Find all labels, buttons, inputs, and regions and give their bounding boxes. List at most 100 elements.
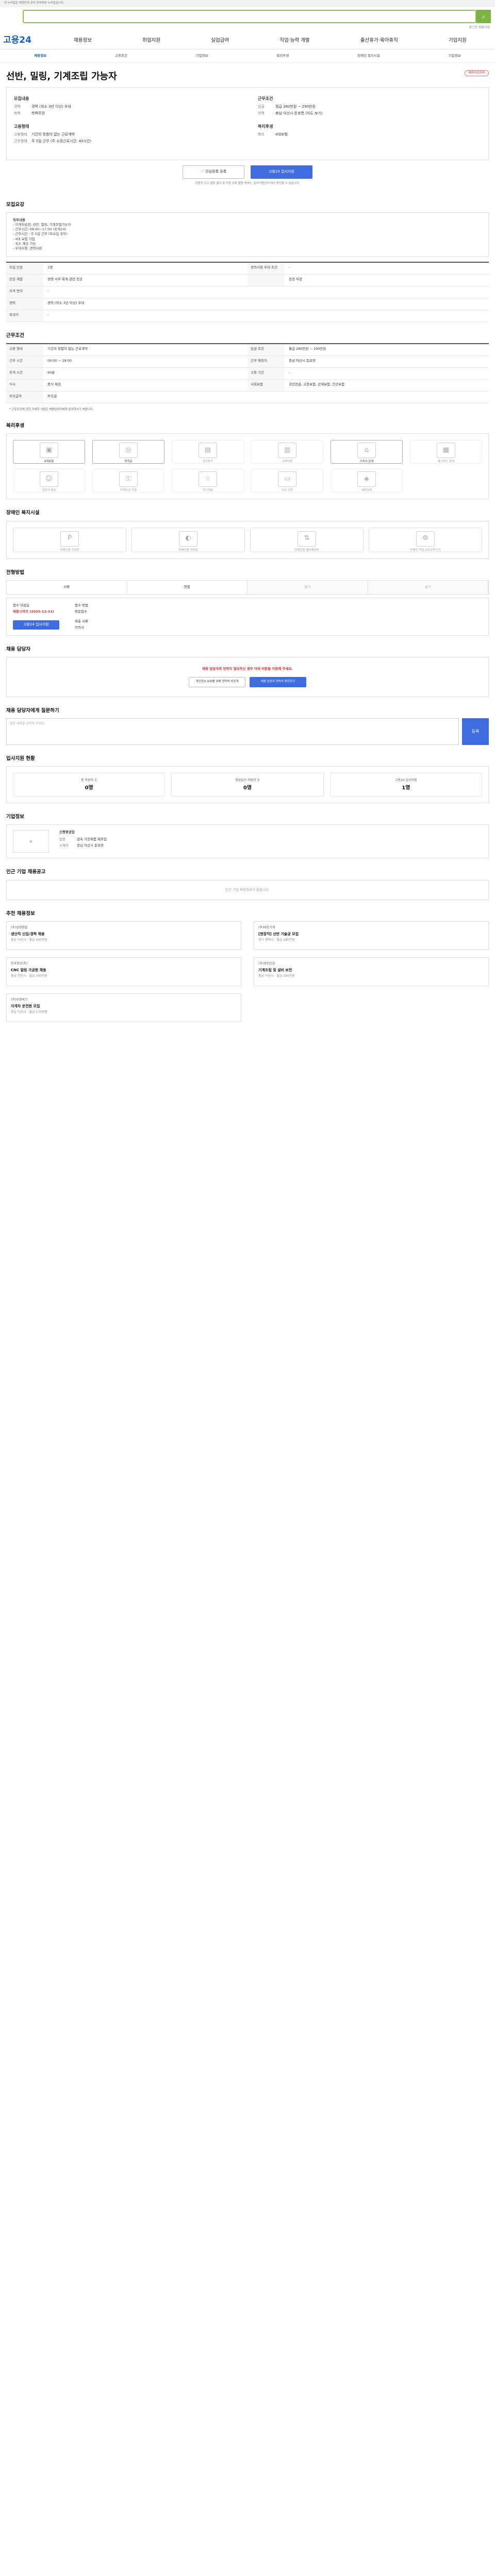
section-title: 채용 담당자에게 질문하기 <box>6 707 59 714</box>
reco-card[interactable]: (주)우림테크 지게차 운전원 모집 충남 아산시 · 월급 270만원 <box>6 993 241 1023</box>
company-box: ▣ 신평중공업 업종 금속 가공제품 제조업 소재지 충남 아산시 둔포면 <box>6 824 489 859</box>
table-row: 근무 시간 09:00 ~ 18:00 근무 예정지 충남 아산시 둔포면 <box>6 356 489 368</box>
subnav-item[interactable]: 기업정보 <box>449 54 461 58</box>
disable-item: ⇅ 장애인용 엘리베이터 <box>250 527 364 552</box>
welfare-item: ◎ 퇴직금 <box>92 440 164 464</box>
person-icon: ☺ <box>40 471 58 487</box>
summary-heading: 근무조건 <box>258 96 273 101</box>
kv-value: 기간의 정함이 없는 근로계약 <box>31 132 75 137</box>
bus-icon: ▦ <box>437 443 455 459</box>
step-item: 필기 <box>248 580 368 594</box>
kv-key: 고용형태 <box>14 132 27 137</box>
subnav-item[interactable]: 장애인 복지시설 <box>357 54 380 58</box>
gov-banner: 이 누리집은 대한민국 공식 전자정부 누리집입니다. <box>0 0 495 7</box>
interest-button[interactable]: ♡ 관심등록 등록 <box>183 165 244 179</box>
gnb-item[interactable]: 기업지원 <box>446 37 470 44</box>
disable-item: ⚙ 장애인 작업 보조공학기기 <box>369 527 482 552</box>
dday-badge: 채용마감까지 <box>464 70 489 77</box>
apply-button-2[interactable]: 고용24 입사지원 <box>13 620 59 630</box>
table-row: 자격 면허 - <box>6 286 489 298</box>
kv-value: 4대보험 <box>275 132 288 137</box>
question-submit-button[interactable]: 등록 <box>462 718 489 745</box>
subnav-item[interactable]: 채용정보 <box>34 54 46 58</box>
search-icon[interactable]: ⌕ <box>476 10 491 23</box>
deadline-box: 접수 마감일 채용시까지 (2025-12-31) 고용24 입사지원 접수 방… <box>6 597 489 636</box>
duty-box: 직무내용 - 지게차운전, 선반, 밀링, 기계조립가능자 - 근무시간: 08… <box>6 212 489 257</box>
gnb-item[interactable]: 채용정보 <box>71 37 95 44</box>
kv-key: 복리 <box>258 132 265 137</box>
subnav-item[interactable]: 고용조건 <box>115 54 127 58</box>
reco-card[interactable]: (주)성진산업 기계조립 및 설비 보전 충남 아산시 · 월급 290만원 <box>254 957 489 987</box>
gnb-item[interactable]: 직업·능력 개발 <box>276 37 312 44</box>
star-icon: ☆ <box>199 471 217 487</box>
calendar-icon: ▤ <box>199 443 217 459</box>
reco-card[interactable]: 한국정공(주) CNC 밀링 가공원 채용 충남 천안시 · 월급 300만원 <box>6 957 241 987</box>
site-logo[interactable]: 고용24 <box>3 35 48 47</box>
coin-icon: ◎ <box>119 443 138 459</box>
util-links[interactable]: 로그인 회원가입 <box>0 26 495 32</box>
disable-item: P 장애인용 주차장 <box>13 527 126 552</box>
contact-msg: 채용 담당자와 연락이 필요하신 경우 아래 버튼을 이용해 주세요. <box>202 667 293 671</box>
method-label: 접수 방법 <box>75 603 88 607</box>
key-icon: ⚿ <box>119 471 138 487</box>
duty-line: 직무내용 <box>13 218 25 223</box>
apply-button[interactable]: 고용24 입사지원 <box>251 165 312 179</box>
welfare-item: ☆ 자기계발 <box>172 469 244 493</box>
welfare-section: 복리후생 ▣ 4대보험 ◎ 퇴직금 ▤ 경조휴가 ▥ 교육지원 ⌂ 기숙사 운영 ▦ 통근버… <box>6 412 489 500</box>
global-nav: 고용24 채용정보 취업지원 실업급여 직업·능력 개발 출산휴가·육아휴직 기… <box>0 32 495 49</box>
nearby-empty: 인근 기업 채용정보가 없습니다. <box>6 879 489 900</box>
stats-section: 입사지원 현황 총 지원자 수 0명 취업알선 지원자 수 0명 고용24 입사지원… <box>6 745 489 804</box>
apply-note: 지원자 공고 열람 결과 및 지원 서류 열람 여부는 '입사지원관리'에서 확… <box>195 182 300 185</box>
kv-value: 충남 아산시 둔포면 <box>77 843 104 848</box>
search-input[interactable] <box>23 10 476 23</box>
method-value: 방문접수 <box>75 609 87 614</box>
reco-card[interactable]: (주)삼영정밀 생산직 신입/경력 채용 충남 아산시 · 월급 260만원 <box>6 921 241 951</box>
recruit-table: 모집 인원 1명 경력사항 우대 조건 - 전공 계열 경영·사무·회계 관련 전공 전공… <box>6 261 489 322</box>
summary-heading: 복리후생 <box>258 124 273 129</box>
section-title: 인근 기업 채용공고 <box>6 869 46 875</box>
tool-icon: ⚙ <box>416 531 435 547</box>
contact-button[interactable]: 채용 담당자 연락처 확인하기 <box>250 676 306 687</box>
parking-icon: P <box>60 531 79 547</box>
welfare-item: ◈ 제휴업체 <box>331 469 403 493</box>
kv-value: 주 5일 근무 (주 소정근로시간: 40시간) <box>31 139 92 143</box>
privacy-button[interactable]: 개인정보 보호를 위해 연락처 비공개 <box>189 676 245 687</box>
gnb-item[interactable]: 취업지원 <box>139 37 163 44</box>
subnav-item[interactable]: 복리후생 <box>276 54 289 58</box>
subnav-item[interactable]: 기업정보 <box>196 54 208 58</box>
welfare-item: ⚿ 주택자금 지원 <box>92 469 164 493</box>
reco-section: 추천 채용정보 (주)삼영정밀 생산직 신입/경력 채용 충남 아산시 · 월급 2… <box>6 900 489 1035</box>
table-row: 외국어 - <box>6 310 489 322</box>
section-title: 복리후생 <box>6 422 24 429</box>
question-textarea[interactable]: 질문 내용을 입력해 주세요. <box>6 718 459 745</box>
disable-section: 장애인 복지시설 P 장애인용 주차장 ◐ 장애인용 화장실 ⇅ 장애인용 엘리베이터… <box>6 499 489 559</box>
duty-line: - 숙소 제공 가능 <box>13 241 36 246</box>
docs-label: 제출 서류 <box>75 619 88 623</box>
deadline-value: 채용시까지 (2025-12-31) <box>13 609 54 614</box>
company-name: 신평중공업 <box>59 830 75 835</box>
gnb-item[interactable]: 출산휴가·육아휴직 <box>357 37 401 44</box>
steps-section: 전형방법 서류 면접 필기 실기 접수 마감일 채용시까지 (2025-12-3… <box>6 559 489 636</box>
book-icon: ▥ <box>278 443 296 459</box>
nearby-section: 인근 기업 채용공고 인근 기업 채용정보가 없습니다. <box>6 858 489 900</box>
duty-line: - 4대 보험 가입 <box>13 236 35 241</box>
table-row: 식사 중식 제공 사회보험 국민연금, 고용보험, 산재보험, 건강보험 <box>6 380 489 392</box>
reco-card[interactable]: (주)대한기계 [현장직] 선반 기술공 모집 경기 평택시 · 월급 280만원 <box>254 921 489 951</box>
qna-section: 채용 담당자에게 질문하기 질문 내용을 입력해 주세요. 등록 <box>6 697 489 745</box>
welfare-item: ⌂ 기숙사 운영 <box>331 440 403 464</box>
welfare-item: ▥ 교육지원 <box>251 440 323 464</box>
kv-value: 충남 아산시 둔포면 (지도 보기) <box>275 111 323 116</box>
gift-icon: ◈ <box>357 471 376 487</box>
gnb-item[interactable]: 실업급여 <box>208 37 232 44</box>
section-title: 추천 채용정보 <box>6 910 35 917</box>
stat-item: 취업알선 지원자 수 0명 <box>171 773 324 797</box>
heart-icon: ♡ <box>200 170 204 174</box>
kv-key: 학력 <box>14 111 21 116</box>
stats-grid: 총 지원자 수 0명 취업알선 지원자 수 0명 고용24 입사지원 1명 <box>6 766 489 804</box>
kv-key: 임금 <box>258 105 265 109</box>
step-item: 서류 <box>7 580 127 594</box>
welfare-item: ▣ 4대보험 <box>13 440 85 464</box>
shield-icon: ▣ <box>40 443 58 459</box>
kv-value: 금속 가공제품 제조업 <box>77 837 107 841</box>
table-row: 전공 계열 경영·사무·회계 관련 전공 전공 무관 <box>6 274 489 286</box>
